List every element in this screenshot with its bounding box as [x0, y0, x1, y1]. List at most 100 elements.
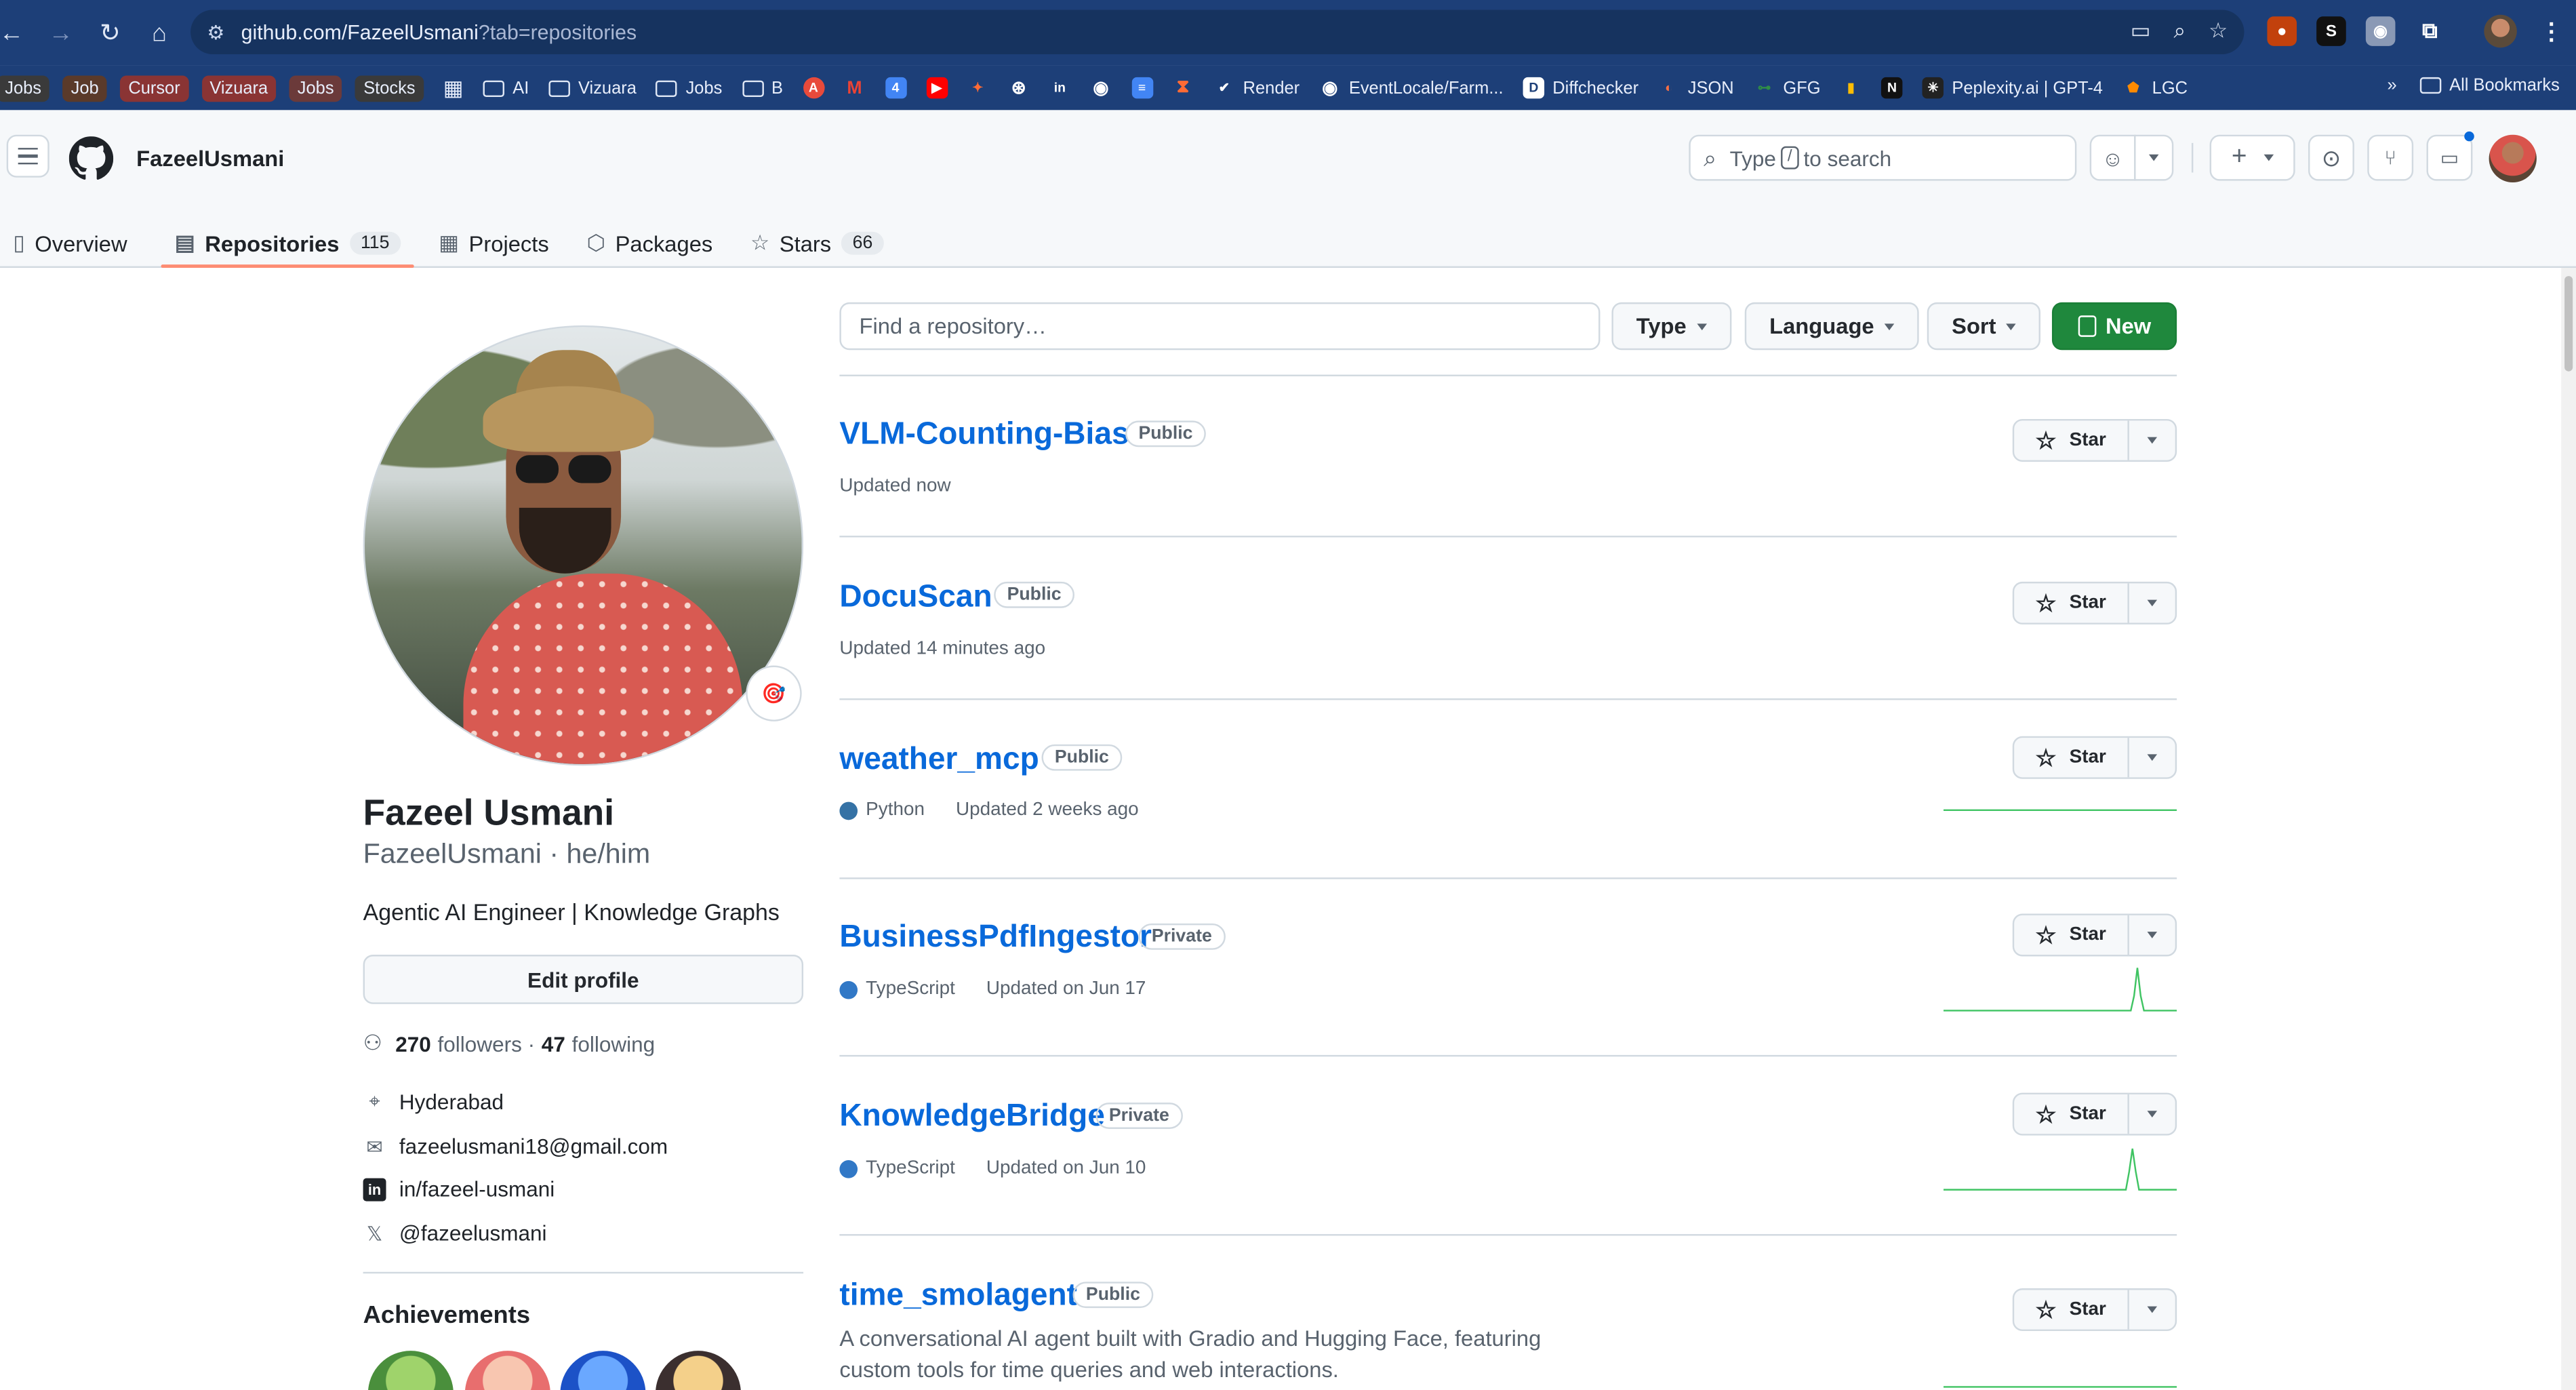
followers-label[interactable]: followers · [438, 1031, 536, 1056]
bookmark-lgc[interactable]: ⬟ LGC [2122, 77, 2188, 99]
tab-overview[interactable]: ▯ Overview [0, 209, 140, 268]
tab-packages[interactable]: ⬡ Packages [573, 209, 726, 268]
zoom-icon[interactable]: ⌕ [2173, 18, 2186, 45]
followers-count[interactable]: 270 [395, 1031, 431, 1056]
bookmark-render[interactable]: ✔ Render [1213, 77, 1300, 99]
repo-name-link[interactable]: weather_mcp [839, 742, 1039, 778]
achievement-badge-pull-shark[interactable] [367, 1351, 454, 1390]
bookmark-notes[interactable]: N [1881, 77, 1903, 99]
s-extension-icon[interactable]: S [2316, 16, 2346, 46]
header-username[interactable]: FazeelUsmani [136, 146, 284, 171]
bookmark-linkedin[interactable]: in [1049, 77, 1071, 99]
tab-projects[interactable]: ▦ Projects [426, 209, 562, 268]
all-bookmarks[interactable]: All Bookmarks [2419, 75, 2560, 96]
bookmark-chip[interactable]: Cursor [120, 75, 188, 102]
star-button[interactable]: ☆ Star [2014, 1094, 2129, 1134]
create-new-button[interactable]: + [2209, 134, 2295, 181]
address-bar[interactable]: ⚙ github.com/FazeelUsmani?tab=repositori… [190, 9, 2245, 54]
bookmarks-overflow-icon[interactable]: » [2387, 75, 2396, 95]
profile-x[interactable]: 𝕏 @fazeelusmani [363, 1221, 547, 1246]
bookmark-folder-b[interactable]: B [742, 78, 783, 98]
linkedin-link[interactable]: in/fazeel-usmani [399, 1176, 555, 1201]
reload-icon[interactable]: ↻ [85, 8, 135, 58]
bookmark-star-icon[interactable]: ☆ [2209, 18, 2228, 45]
star-lists-dropdown[interactable] [2129, 420, 2175, 460]
bookmark-folder-vizuara[interactable]: Vizuara [548, 78, 637, 98]
scrollbar-thumb[interactable] [2564, 276, 2573, 372]
repo-name-link[interactable]: BusinessPdfIngestor [839, 920, 1152, 956]
bookmark-folder-ai[interactable]: AI [483, 78, 529, 98]
star-button[interactable]: ☆ Star [2014, 738, 2129, 778]
star-lists-dropdown[interactable] [2129, 1290, 2175, 1329]
menu-icon[interactable] [6, 134, 49, 178]
achievement-badge-yolo[interactable] [464, 1351, 550, 1390]
repo-name-link[interactable]: KnowledgeBridge [839, 1099, 1104, 1135]
apps-grid-icon[interactable]: ▦ [443, 75, 464, 101]
star-lists-dropdown[interactable] [2129, 1094, 2175, 1134]
browser-profile-avatar[interactable] [2484, 14, 2517, 48]
copilot-button[interactable]: ☺ [2089, 134, 2136, 181]
user-avatar[interactable] [2489, 134, 2537, 183]
back-icon[interactable]: ← [0, 8, 36, 58]
inbox-button[interactable]: ▭ [2426, 134, 2473, 181]
bookmark-ext[interactable]: 4 [885, 77, 906, 99]
cast-icon[interactable]: ▭ [2131, 18, 2151, 45]
new-repository-button[interactable]: New [2051, 302, 2177, 351]
bookmark-gfg[interactable]: ⊶ GFG [1754, 77, 1821, 99]
following-label[interactable]: following [572, 1031, 656, 1056]
bookmark-openai[interactable]: ⊛ [1008, 77, 1030, 98]
find-repository-input[interactable]: Find a repository… [839, 302, 1601, 351]
issues-button[interactable]: ⊙ [2308, 134, 2354, 181]
fox-extension-icon[interactable]: ● [2267, 16, 2297, 46]
home-icon[interactable]: ⌂ [135, 8, 184, 58]
bookmark-chip[interactable]: Job [62, 75, 107, 102]
bookmark-chip[interactable]: Vizuara [201, 75, 277, 102]
star-button[interactable]: ☆ Star [2014, 1290, 2129, 1330]
bookmark-diffchecker[interactable]: D Diffchecker [1523, 77, 1638, 99]
bookmark-anthropic[interactable]: A [803, 77, 824, 99]
bookmark-flow[interactable]: ✦ [967, 77, 988, 99]
github-logo-icon[interactable] [68, 136, 114, 180]
bookmark-gmail[interactable]: M [844, 77, 866, 99]
global-search-input[interactable]: ⌕ Type / to search [1689, 134, 2077, 181]
type-filter-button[interactable]: Type [1611, 302, 1731, 351]
star-button[interactable]: ☆ Star [2014, 583, 2129, 623]
bookmark-youtube[interactable]: ▶ [925, 77, 948, 99]
bookmark-eventlocale[interactable]: ◉ EventLocale/Farm... [1319, 77, 1503, 98]
status-emoji-icon[interactable]: 🎯 [746, 665, 802, 721]
profile-linkedin[interactable]: in in/fazeel-usmani [363, 1176, 555, 1202]
email-link[interactable]: fazeelusmani18@gmail.com [399, 1134, 668, 1158]
tab-stars[interactable]: ☆ Stars 66 [738, 209, 898, 268]
forward-icon[interactable]: → [36, 8, 85, 58]
bookmark-chart[interactable]: ▮ [1840, 77, 1862, 99]
language-filter-button[interactable]: Language [1744, 302, 1919, 351]
x-link[interactable]: @fazeelusmani [399, 1221, 547, 1246]
copilot-dropdown-button[interactable] [2134, 134, 2174, 181]
star-lists-dropdown[interactable] [2129, 583, 2175, 622]
browser-menu-icon[interactable]: ⋮ [2537, 16, 2567, 46]
bookmark-chip[interactable]: Jobs [0, 75, 50, 102]
star-button[interactable]: ☆ Star [2014, 420, 2129, 460]
star-lists-dropdown[interactable] [2129, 738, 2175, 777]
pull-requests-button[interactable]: ⑂ [2367, 134, 2414, 181]
achievement-badge-quickdraw[interactable] [655, 1351, 741, 1390]
page-scrollbar[interactable] [2561, 268, 2576, 1390]
bookmark-github[interactable]: ◉ [1090, 77, 1112, 98]
profile-email[interactable]: ✉ fazeelusmani18@gmail.com [363, 1134, 668, 1158]
star-lists-dropdown[interactable] [2129, 915, 2175, 955]
following-count[interactable]: 47 [542, 1031, 565, 1056]
bookmark-chip[interactable]: Jobs [289, 75, 342, 102]
achievement-badge-shark[interactable] [560, 1351, 646, 1390]
bookmark-chip[interactable]: Stocks [355, 75, 424, 102]
star-button[interactable]: ☆ Star [2014, 915, 2129, 955]
repo-name-link[interactable]: time_smolagent [839, 1278, 1077, 1314]
bookmark-json[interactable]: ◐ JSON [1658, 77, 1734, 99]
bookmark-folder-jobs[interactable]: Jobs [656, 78, 722, 98]
profile-photo[interactable] [363, 325, 804, 766]
bookmark-hourglass[interactable]: ⧗ [1172, 77, 1194, 99]
camera-extension-icon[interactable]: ◉ [2365, 16, 2396, 46]
sort-button[interactable]: Sort [1927, 302, 2040, 351]
edit-profile-button[interactable]: Edit profile [363, 955, 804, 1004]
site-settings-icon[interactable]: ⚙ [207, 20, 224, 43]
tab-repositories[interactable]: ▤ Repositories 115 [161, 209, 414, 269]
